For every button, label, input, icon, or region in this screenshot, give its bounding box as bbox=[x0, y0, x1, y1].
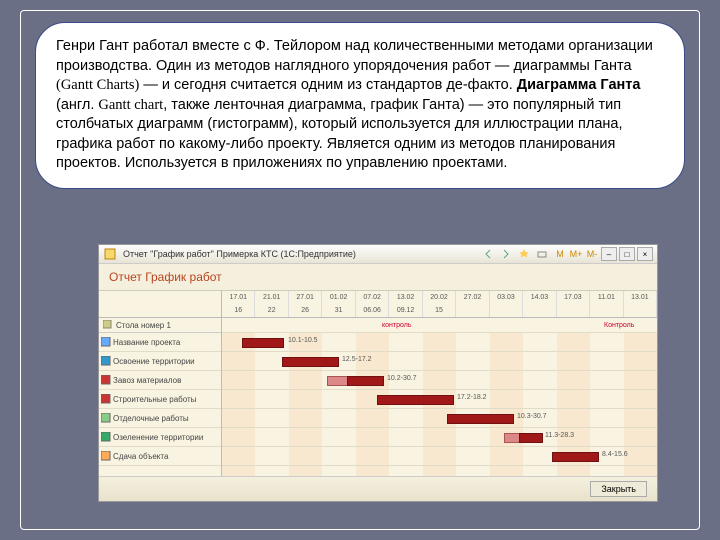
window-controls: M M+ M- – □ × bbox=[553, 247, 653, 261]
task-row: Сдача объекта bbox=[99, 447, 221, 466]
date-sub-cell: 22 bbox=[255, 304, 288, 317]
window-title: Отчет "График работ" Примерка КТС (1С:Пр… bbox=[121, 249, 477, 259]
close-button[interactable]: × bbox=[637, 247, 653, 261]
gantt-app-window: Отчет "График работ" Примерка КТС (1С:Пр… bbox=[98, 244, 658, 502]
task-row: Озеленение территории bbox=[99, 428, 221, 447]
task-icon bbox=[101, 356, 111, 366]
gantt-bar bbox=[242, 338, 284, 348]
task-column: Стола номер 1 Название проектаОсвоение т… bbox=[99, 291, 222, 476]
timeline-column: 17.0121.0127.0101.0207.0213.0220.0227.02… bbox=[222, 291, 657, 476]
task-icon bbox=[101, 413, 111, 423]
date-sub-cell: 15 bbox=[423, 304, 456, 317]
maximize-button[interactable]: □ bbox=[619, 247, 635, 261]
top-task-row: Стола номер 1 bbox=[99, 318, 221, 333]
date-cell: 21.01 bbox=[255, 291, 288, 304]
gantt-body: 10.1-10.5 12.5-17.2 10.2-30.7 17.2-18.2 bbox=[222, 333, 657, 476]
tool-icon[interactable] bbox=[535, 247, 549, 261]
close-report-button[interactable]: Закрыть bbox=[590, 481, 647, 497]
app-icon bbox=[103, 247, 117, 261]
date-cell: 14.03 bbox=[523, 291, 556, 304]
gantt-bar bbox=[552, 452, 599, 462]
date-cell: 01.02 bbox=[322, 291, 355, 304]
task-row: Завоз материалов bbox=[99, 371, 221, 390]
task-icon bbox=[101, 394, 111, 404]
gantt-bar bbox=[282, 357, 339, 367]
date-cell: 03.03 bbox=[490, 291, 523, 304]
date-cell: 17.03 bbox=[557, 291, 590, 304]
date-cell: 07.02 bbox=[356, 291, 389, 304]
control-label-1: контроль bbox=[382, 322, 411, 329]
date-cell: 27.01 bbox=[289, 291, 322, 304]
date-cell: 27.02 bbox=[456, 291, 489, 304]
gantt-bar bbox=[347, 376, 384, 386]
nav-back-icon[interactable] bbox=[481, 247, 495, 261]
date-header: 17.0121.0127.0101.0207.0213.0220.0227.02… bbox=[222, 291, 657, 318]
control-label-2: Контроль bbox=[604, 322, 634, 329]
report-title: Отчет График работ bbox=[99, 264, 657, 291]
footer: Закрыть bbox=[99, 476, 657, 501]
task-icon bbox=[101, 432, 111, 442]
m-icon[interactable]: M bbox=[553, 247, 567, 261]
minimize-button[interactable]: – bbox=[601, 247, 617, 261]
date-cell: 13.01 bbox=[624, 291, 657, 304]
date-sub-cell: 16 bbox=[222, 304, 255, 317]
gantt-chart: Стола номер 1 Название проектаОсвоение т… bbox=[99, 291, 657, 476]
gantt-row-5: 10.3-30.7 bbox=[222, 409, 657, 428]
date-cell: 20.02 bbox=[423, 291, 456, 304]
date-cell: 13.02 bbox=[389, 291, 422, 304]
date-sub-cell: 09.12 bbox=[389, 304, 422, 317]
nav-fwd-icon[interactable] bbox=[499, 247, 513, 261]
task-header bbox=[99, 291, 221, 318]
m-minus-icon[interactable]: M- bbox=[585, 247, 599, 261]
gantt-bar bbox=[377, 395, 454, 405]
gantt-row-2: 12.5-17.2 bbox=[222, 352, 657, 371]
date-sub-cell: 06.06 bbox=[356, 304, 389, 317]
task-row: Строительные работы bbox=[99, 390, 221, 409]
task-row: Отделочные работы bbox=[99, 409, 221, 428]
gantt-row-6: 11.3-28.3 bbox=[222, 428, 657, 447]
description-textbox: Генри Гант работал вместе с Ф. Тейлором … bbox=[35, 22, 685, 189]
gantt-row-4: 17.2-18.2 bbox=[222, 390, 657, 409]
date-sub-cell: 31 bbox=[322, 304, 355, 317]
gantt-bar bbox=[327, 376, 349, 386]
gantt-bar bbox=[519, 433, 543, 443]
date-cell: 17.01 bbox=[222, 291, 255, 304]
date-sub-cell: 26 bbox=[289, 304, 322, 317]
gantt-bar bbox=[447, 414, 514, 424]
task-icon bbox=[101, 375, 111, 385]
date-cell: 11.01 bbox=[590, 291, 623, 304]
gantt-row-3: 10.2-30.7 bbox=[222, 371, 657, 390]
gantt-row-1: 10.1-10.5 bbox=[222, 333, 657, 352]
task-icon bbox=[101, 451, 111, 461]
task-row: Освоение территории bbox=[99, 352, 221, 371]
m-plus-icon[interactable]: M+ bbox=[569, 247, 583, 261]
description-paragraph: Генри Гант работал вместе с Ф. Тейлором … bbox=[56, 37, 664, 174]
star-icon[interactable] bbox=[517, 247, 531, 261]
task-row: Название проекта bbox=[99, 333, 221, 352]
toolbar: Отчет "График работ" Примерка КТС (1С:Пр… bbox=[99, 245, 657, 264]
task-icon bbox=[101, 337, 111, 347]
gantt-row-7: 8.4-15.6 bbox=[222, 447, 657, 466]
